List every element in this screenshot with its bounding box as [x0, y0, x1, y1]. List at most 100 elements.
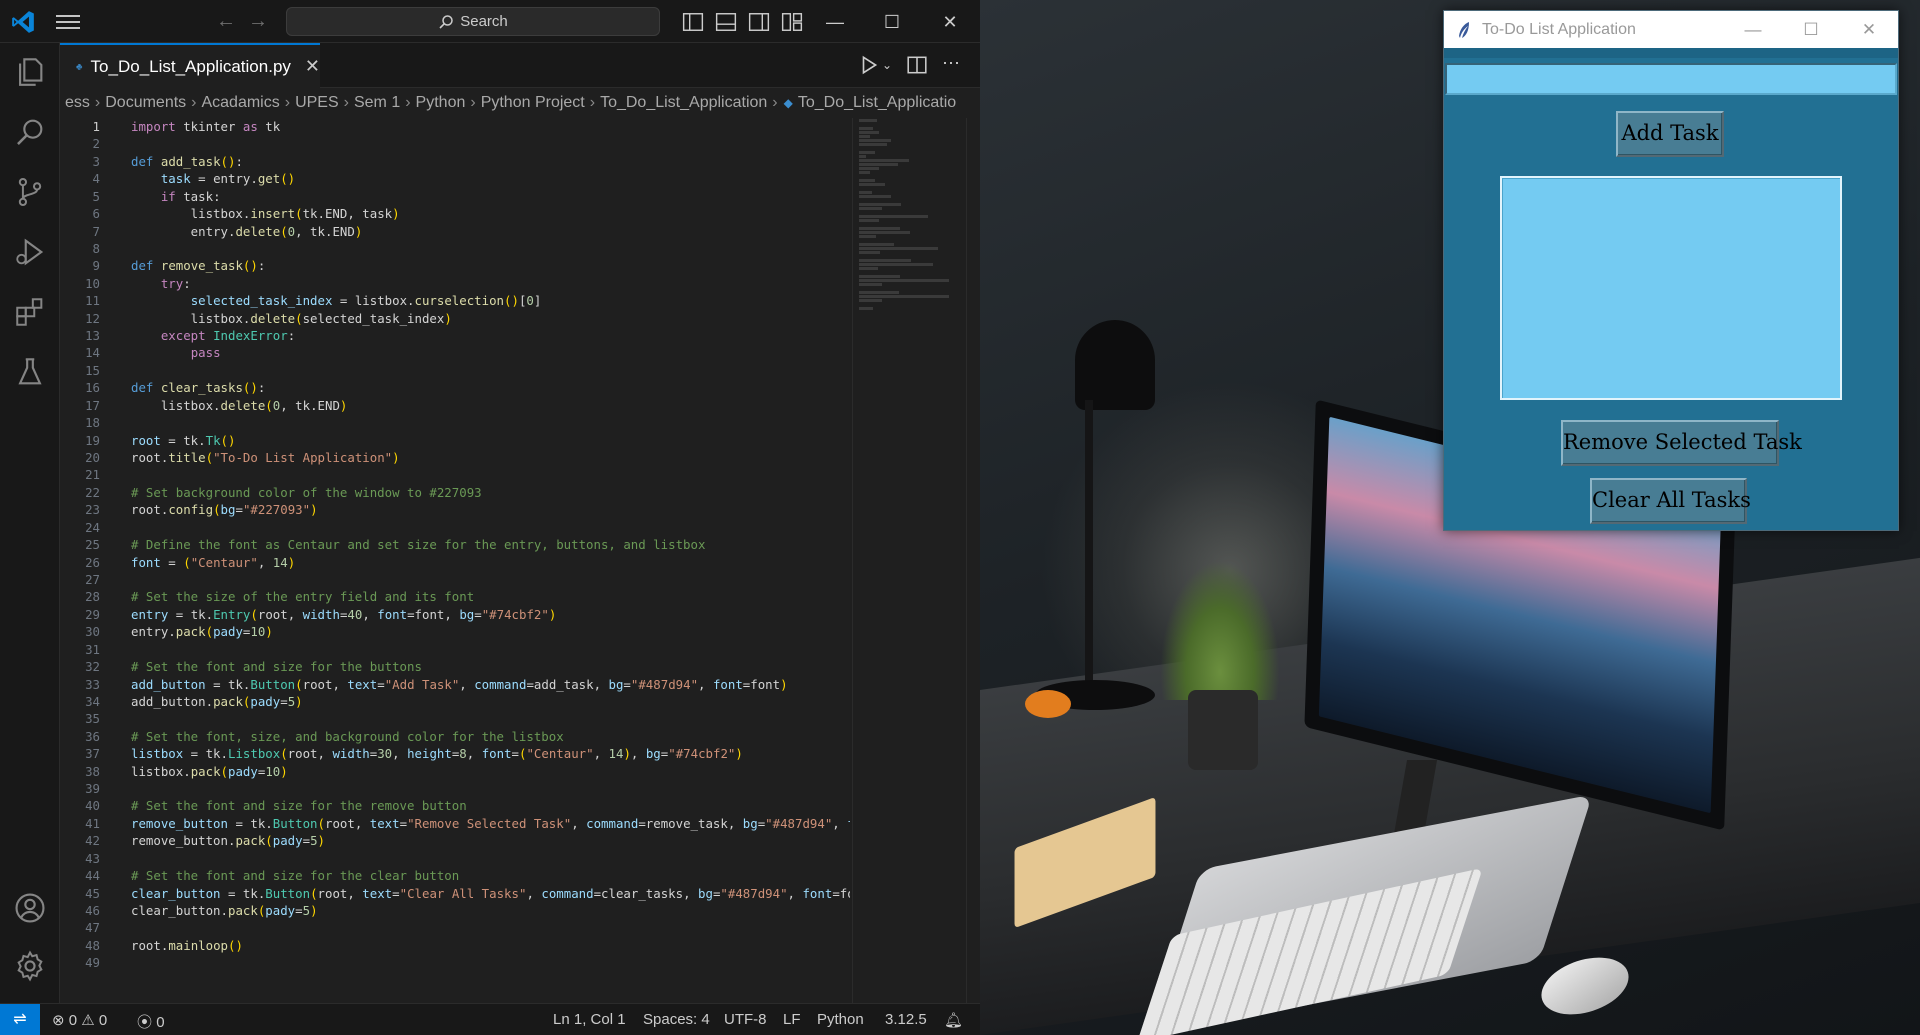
toggle-panel-icon[interactable] [715, 11, 737, 33]
code-line[interactable]: 12 listbox.delete(selected_task_index) [60, 310, 850, 327]
problems-indicator[interactable]: ⊗ 0 ⚠ 0 [52, 1011, 107, 1029]
breadcrumb-item[interactable]: ess [65, 94, 90, 112]
code-line[interactable]: 45 clear_button = tk.Button(root, text="C… [60, 885, 850, 902]
code-line[interactable]: 17 listbox.delete(0, tk.END) [60, 397, 850, 414]
line-ending[interactable]: LF [783, 1011, 801, 1028]
breadcrumb-item[interactable]: To_Do_List_Application [600, 94, 767, 112]
run-options-chevron-icon[interactable]: ⌄ [882, 58, 892, 82]
breadcrumb-item[interactable]: Sem 1 [354, 94, 400, 112]
code-line[interactable]: 22 # Set background color of the window t… [60, 484, 850, 501]
code-line[interactable]: 44 # Set the font and size for the clear … [60, 867, 850, 884]
code-line[interactable]: 2 [60, 135, 850, 152]
search-icon[interactable] [13, 115, 47, 149]
run-debug-icon[interactable] [13, 235, 47, 269]
menu-icon[interactable] [56, 11, 80, 31]
extensions-icon[interactable] [13, 295, 47, 329]
code-line[interactable]: 34 add_button.pack(pady=5) [60, 693, 850, 710]
flask-icon[interactable] [13, 355, 47, 389]
indentation[interactable]: Spaces: 4 [643, 1011, 710, 1028]
breadcrumb-item[interactable]: Acadamics [201, 94, 279, 112]
code-line[interactable]: 14 pass [60, 344, 850, 361]
code-line[interactable]: 36 # Set the font, size, and background c… [60, 728, 850, 745]
code-line[interactable]: 4 task = entry.get() [60, 170, 850, 187]
task-entry[interactable] [1445, 63, 1897, 95]
maximize-button[interactable]: ☐ [872, 10, 912, 34]
code-line[interactable]: 40 # Set the font and size for the remove… [60, 797, 850, 814]
toggle-secondary-sidebar-icon[interactable] [748, 11, 770, 33]
files-icon[interactable] [13, 55, 47, 89]
code-line[interactable]: 1 import tkinter as tk [60, 118, 850, 135]
breadcrumb-item[interactable]: Documents [105, 94, 186, 112]
code-line[interactable]: 29 entry = tk.Entry(root, width = 40, font=… [60, 606, 850, 623]
code-line[interactable]: 15 [60, 362, 850, 379]
code-line[interactable]: 32 # Set the font and size for the button… [60, 658, 850, 675]
forward-arrow-icon[interactable]: → [246, 10, 270, 32]
code-line[interactable]: 10 try: [60, 275, 850, 292]
code-line[interactable]: 27 [60, 571, 850, 588]
account-icon[interactable] [13, 891, 47, 925]
bell-icon[interactable]: 🔔︎ [944, 1011, 963, 1029]
cursor-position[interactable]: Ln 1, Col 1 [553, 1011, 626, 1028]
python-version[interactable]: 3.12.5 [885, 1011, 927, 1028]
code-line[interactable]: 5 if task: [60, 188, 850, 205]
ports-indicator[interactable]: ⦿ 0 [137, 1011, 165, 1032]
close-tab-icon[interactable]: ✕ [305, 56, 320, 77]
code-line[interactable]: 9 def remove_task(): [60, 257, 850, 274]
code-line[interactable]: 42 remove_button.pack(pady=5) [60, 832, 850, 849]
code-line[interactable]: 7 entry.delete(0, tk.END) [60, 223, 850, 240]
clear-all-tasks-button[interactable]: Clear All Tasks [1590, 478, 1751, 524]
split-editor-icon[interactable] [906, 53, 928, 77]
code-line[interactable]: 25 # Define the font as Centaur and set s… [60, 536, 850, 553]
tk-maximize-button[interactable]: ☐ [1782, 11, 1840, 48]
tk-minimize-button[interactable]: — [1724, 11, 1782, 48]
minimize-button[interactable]: — [815, 10, 855, 34]
task-listbox[interactable] [1500, 176, 1842, 400]
code-line[interactable]: 3 def add_task(): [60, 153, 850, 170]
code-line[interactable]: 20 root.title("To-Do List Application") [60, 449, 850, 466]
code-line[interactable]: 33 add_button = tk.Button(root, text="Add… [60, 676, 850, 693]
code-line[interactable]: 16 def clear_tasks(): [60, 379, 850, 396]
code-line[interactable]: 28 # Set the size of the entry field and … [60, 588, 850, 605]
toggle-sidebar-icon[interactable] [682, 11, 704, 33]
tab-to-do-list-application[interactable]: To_Do_List_Application.py ✕ [60, 43, 320, 88]
close-button[interactable]: ✕ [930, 10, 970, 34]
code-line[interactable]: 26 font = ("Centaur", 14) [60, 554, 850, 571]
editor-scrollbar[interactable] [966, 118, 980, 1003]
code-line[interactable]: 18 [60, 414, 850, 431]
gear-icon[interactable] [13, 949, 47, 983]
minimap[interactable] [852, 118, 962, 1003]
code-line[interactable]: 43 [60, 850, 850, 867]
run-python-file-icon[interactable] [858, 53, 880, 77]
remove-selected-task-button[interactable]: Remove Selected Task [1561, 420, 1802, 466]
code-line[interactable]: 38 listbox.pack(pady=10) [60, 763, 850, 780]
customize-layout-icon[interactable] [781, 11, 803, 33]
remote-indicator-icon[interactable]: ⇌ [0, 1004, 40, 1035]
code-line[interactable]: 48 root.mainloop() [60, 937, 850, 954]
tk-close-button[interactable]: ✕ [1840, 11, 1898, 48]
command-center-search[interactable]: Search [286, 7, 660, 36]
code-line[interactable]: 23 root.config(bg="#227093") [60, 501, 850, 518]
back-arrow-icon[interactable]: ← [214, 10, 238, 32]
code-line[interactable]: 37 listbox = tk.Listbox(root, width = 30, h… [60, 745, 850, 762]
breadcrumb-item[interactable]: Python Project [481, 94, 585, 112]
code-line[interactable]: 21 [60, 466, 850, 483]
breadcrumb-item[interactable]: UPES [295, 94, 339, 112]
code-editor[interactable]: 1 import tkinter as tk 2 3 def add_task(): 4 … [60, 118, 850, 1003]
code-line[interactable]: 31 [60, 641, 850, 658]
more-actions-icon[interactable]: ⋯ [942, 53, 960, 77]
code-line[interactable]: 6 listbox.insert(tk.END, task) [60, 205, 850, 222]
breadcrumb-item[interactable]: To_Do_List_Applicatio [798, 94, 956, 112]
code-line[interactable]: 24 [60, 519, 850, 536]
code-line[interactable]: 39 [60, 780, 850, 797]
code-line[interactable]: 13 except IndexError: [60, 327, 850, 344]
code-line[interactable]: 35 [60, 710, 850, 727]
encoding[interactable]: UTF-8 [724, 1011, 767, 1028]
code-line[interactable]: 46 clear_button.pack(pady=5) [60, 902, 850, 919]
code-line[interactable]: 41 remove_button = tk.Button(root, text="… [60, 815, 850, 832]
breadcrumb-item[interactable]: Python [416, 94, 466, 112]
language-mode[interactable]: Python [817, 1011, 864, 1028]
code-line[interactable]: 47 [60, 919, 850, 936]
source-control-icon[interactable] [13, 175, 47, 209]
code-line[interactable]: 19 root = tk.Tk() [60, 432, 850, 449]
add-task-button[interactable]: Add Task [1616, 111, 1724, 157]
